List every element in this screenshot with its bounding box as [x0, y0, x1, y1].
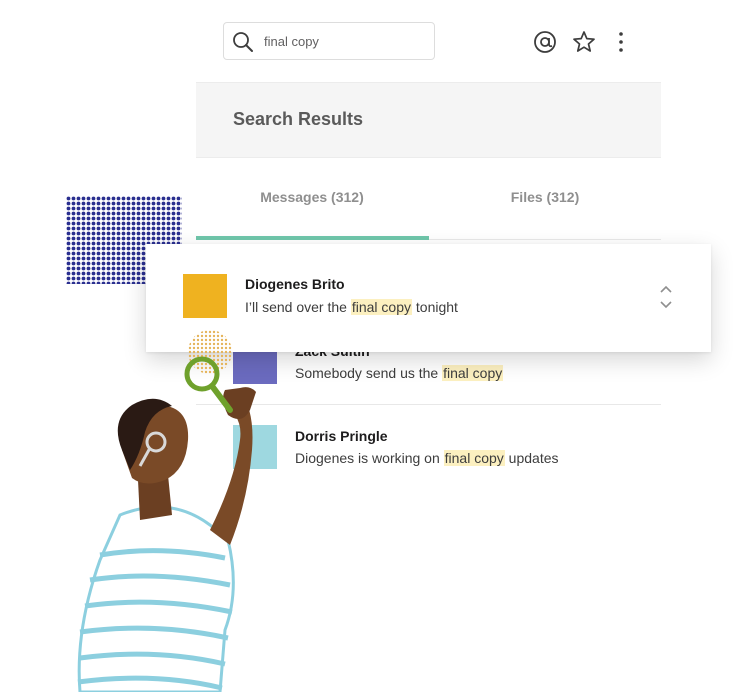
- at-mention-icon[interactable]: [532, 29, 558, 55]
- page-title: Search Results: [233, 109, 364, 129]
- tab-divider: [429, 239, 661, 240]
- active-tab-indicator: [196, 236, 429, 240]
- result-message: Diogenes is working on final copy update…: [295, 450, 559, 466]
- result-message: I’ll send over the final copy tonight: [245, 299, 458, 315]
- search-icon: [233, 32, 253, 52]
- chevron-up-down-icon[interactable]: [659, 282, 673, 312]
- person-illustration: [77, 330, 256, 692]
- avatar: [183, 274, 227, 318]
- result-author: Dorris Pringle: [295, 428, 388, 444]
- highlighted-match: final copy: [443, 450, 505, 466]
- more-vertical-icon[interactable]: [608, 29, 634, 55]
- search-input[interactable]: [264, 31, 424, 51]
- result-message: Somebody send us the final copy: [295, 365, 504, 381]
- result-author: Diogenes Brito: [245, 276, 345, 292]
- highlighted-match: final copy: [350, 299, 412, 315]
- search-box[interactable]: [223, 22, 435, 60]
- tab-files[interactable]: Files (312): [429, 157, 661, 240]
- result-tabs: Messages (312) Files (312): [196, 157, 661, 240]
- highlighted-match: final copy: [442, 365, 504, 381]
- search-results-header: Search Results: [196, 82, 661, 158]
- star-icon[interactable]: [571, 29, 597, 55]
- tab-messages[interactable]: Messages (312): [196, 157, 428, 240]
